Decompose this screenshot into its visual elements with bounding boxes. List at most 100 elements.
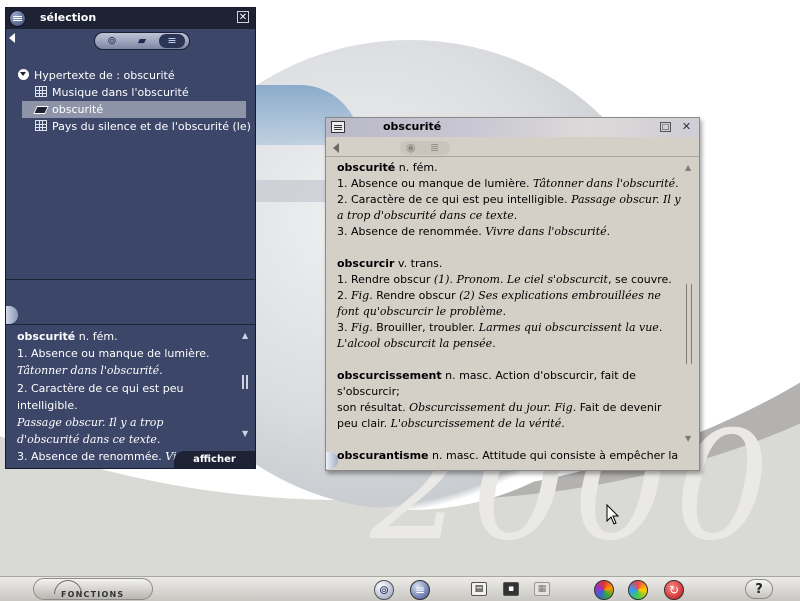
preview-example: Passage obscur. Il y a trop: [17, 416, 164, 430]
back-arrow-icon[interactable]: [9, 33, 15, 43]
sense-label: Fig.: [351, 289, 373, 302]
sense-number: 3.: [337, 321, 351, 334]
sense-text: 2. Caractère de ce qui est peu intelligi…: [337, 193, 572, 206]
entry-headword: obscurantisme: [337, 449, 429, 462]
selection-title: sélection: [40, 11, 97, 24]
sense-example: font qu'obscurcir le problème: [337, 305, 503, 318]
close-icon[interactable]: ✕: [237, 11, 249, 23]
definition-text: obscurité n. fém. 1. Absence ou manque d…: [337, 160, 685, 480]
sense-text: Brouiller, troubler.: [372, 321, 479, 334]
sense-number: 2.: [337, 289, 351, 302]
entry-headword: obscurité: [337, 161, 396, 174]
tree-item-label: obscurité: [52, 103, 104, 116]
preview-line: 3. Absence de renommée.: [17, 450, 166, 464]
sense-example: Tâtonner dans l'obscurité: [532, 177, 676, 190]
scroll-down-icon[interactable]: ▼: [685, 434, 691, 443]
restore-icon[interactable]: □: [660, 122, 671, 132]
sense-text: Fait de devenir: [576, 401, 662, 414]
entry-obscurcir: obscurcir v. trans. 1. Rendre obscur (1)…: [337, 256, 685, 352]
window-menu-icon[interactable]: [331, 121, 345, 133]
tree-item-label: Hypertexte de : obscurité: [34, 69, 175, 82]
sense-text: 1. Absence ou manque de lumière.: [337, 177, 533, 190]
sense-text: , se couvre.: [607, 273, 672, 286]
sense-text: peu clair.: [337, 417, 391, 430]
entry-obscurantisme: obscurantisme n. masc. Attitude qui cons…: [337, 448, 685, 464]
selection-panel: sélection ✕ ⊚ ▰ ≡ Hypertexte de : obscur…: [5, 7, 256, 469]
entry-pos: n. masc. Attitude qui consiste à empêche…: [428, 449, 679, 462]
hypertext-icon[interactable]: ⊚: [99, 34, 125, 48]
media-icon[interactable]: ↻: [664, 580, 684, 600]
scroll-down-icon[interactable]: ▼: [242, 429, 248, 438]
entry-headword: obscurcir: [337, 257, 395, 270]
preview-headword: obscurité: [17, 330, 76, 343]
list-icon[interactable]: ≡: [159, 34, 185, 48]
punct: .: [658, 321, 663, 334]
punct: .: [492, 337, 496, 350]
book-icon: [33, 106, 49, 114]
scroll-up-icon[interactable]: ▲: [242, 331, 248, 340]
mouse-cursor-icon: [606, 504, 620, 525]
color-wheel-icon[interactable]: [594, 580, 614, 600]
tree-item-musique[interactable]: Musique dans l'obscurité: [18, 84, 246, 101]
sense-text: 1. Rendre obscur: [337, 273, 434, 286]
punct: .: [675, 177, 679, 190]
preview-line: 2. Caractère de ce qui est peu intelligi…: [17, 381, 184, 412]
sense-example: Vivre dans l'obscurité: [485, 225, 607, 238]
preview-example: Tâtonner dans l'obscurité.: [17, 364, 163, 378]
eye-icon[interactable]: ◉: [406, 141, 416, 154]
preview-pos: n. fém.: [75, 330, 118, 343]
fonctions-button[interactable]: FONCTIONS: [33, 578, 153, 600]
sense-text: son résultat.: [337, 401, 410, 414]
definition-preview: obscurité n. fém. 1. Absence ou manque d…: [17, 328, 241, 466]
entry-pos: v. trans.: [394, 257, 443, 270]
menu-icon[interactable]: [9, 10, 26, 27]
grid-icon: [35, 120, 47, 131]
entry-pos: n. fém.: [395, 161, 438, 174]
image-icon[interactable]: ▦: [534, 582, 550, 596]
preview-example: d'obscurité dans ce texte.: [17, 433, 161, 447]
definition-window: obscurité □ ✕ ◉ ≣ obscurité n. fém. 1. A…: [325, 117, 700, 471]
divider: [6, 279, 255, 280]
punct: .: [561, 417, 565, 430]
sense-example: (2) Ses explications embrouillées ne: [459, 289, 661, 302]
card-icon[interactable]: ▤: [471, 582, 487, 596]
definition-toolbar: ◉ ≣: [326, 140, 699, 157]
scroll-up-icon[interactable]: ▲: [685, 163, 691, 172]
divider: [6, 324, 255, 325]
punct: .: [502, 305, 507, 318]
punct: .: [513, 209, 518, 222]
punct: .: [606, 225, 611, 238]
tree-item-hypertext[interactable]: Hypertexte de : obscurité: [18, 67, 246, 84]
hypertext-icon[interactable]: ⊚: [374, 580, 394, 600]
afficher-button[interactable]: afficher: [174, 451, 255, 468]
tree-item-obscurite[interactable]: obscurité: [22, 101, 246, 118]
sense-text: 3. Absence de renommée.: [337, 225, 486, 238]
folder-icon[interactable]: ▰: [129, 34, 155, 48]
sense-example: (1). Pronom. Le ciel s'obscurcit: [433, 273, 608, 286]
palette-icon[interactable]: [628, 580, 648, 600]
entry-headword: obscurcissement: [337, 369, 442, 382]
list-icon[interactable]: ≣: [430, 141, 439, 154]
sense-text: Rendre obscur: [372, 289, 460, 302]
expand-disc-icon[interactable]: [18, 69, 29, 80]
definition-title: obscurité: [383, 120, 442, 133]
close-icon[interactable]: ✕: [681, 121, 692, 132]
tree-item-label: Musique dans l'obscurité: [52, 86, 189, 99]
back-arrow-icon[interactable]: [333, 143, 339, 153]
hypertext-tree: Hypertexte de : obscurité Musique dans l…: [18, 67, 251, 135]
selection-toolbar: ⊚ ▰ ≡: [94, 32, 190, 50]
scrollbar-thumb[interactable]: [242, 375, 248, 389]
scrollbar-thumb[interactable]: [686, 284, 692, 364]
sense-label: Fig.: [351, 321, 373, 334]
list-icon[interactable]: ≡: [410, 580, 430, 600]
grid-icon: [35, 86, 47, 97]
window-icon[interactable]: ▪: [503, 582, 519, 596]
sense-example: L'obscurcissement de la vérité: [390, 417, 562, 430]
panel-handle[interactable]: [6, 306, 18, 324]
sense-example: Larmes qui obscurcissent la vue: [478, 321, 659, 334]
preview-line: 1. Absence ou manque de lumière.: [17, 347, 210, 361]
tree-item-pays-du-silence[interactable]: Pays du silence et de l'obscurité (le): [18, 118, 251, 135]
toolbar-group: ◉ ≣: [400, 141, 450, 155]
help-button[interactable]: ?: [745, 579, 773, 599]
entry-obscurcissement: obscurcissement n. masc. Action d'obscur…: [337, 368, 685, 432]
